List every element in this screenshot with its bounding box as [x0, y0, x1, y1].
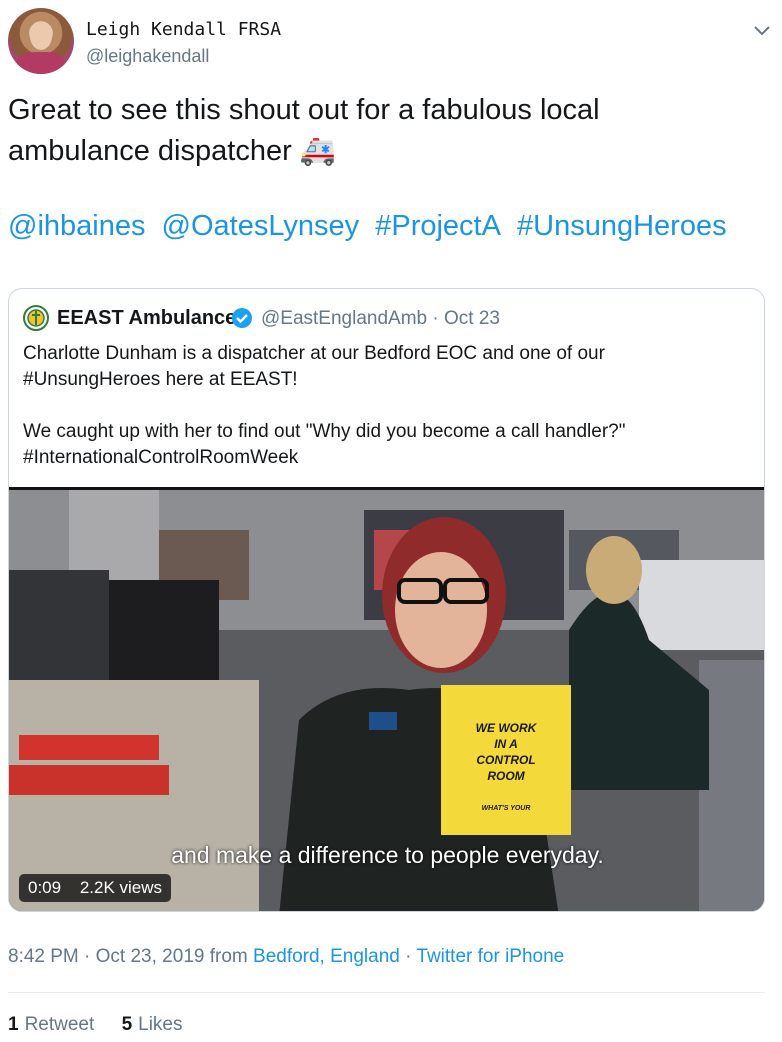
client-link[interactable]: Twitter for iPhone [416, 946, 564, 967]
video-stats-badge: 0:09 2.2K views [19, 874, 172, 902]
quoted-handle[interactable]: @EastEnglandAmb [261, 308, 427, 329]
verified-badge-icon [232, 308, 252, 328]
tweet-time[interactable]: 8:42 PM [8, 946, 79, 967]
tweet-timestamp-line: 8:42 PM · Oct 23, 2019 from Bedford, Eng… [8, 946, 564, 968]
quoted-tweet[interactable]: EEAST Ambulance @EastEnglandAmb · Oct 23… [8, 288, 765, 912]
quoted-paragraph-1-line-2: #UnsungHeroes here at EEAST! [23, 369, 298, 390]
avatar[interactable] [8, 8, 74, 74]
video-duration: 0:09 [28, 878, 62, 897]
video-sign-line-1: WE WORK [476, 721, 538, 735]
video-sign-line-4: ROOM [487, 769, 525, 783]
quoted-paragraph-2-line-2: #InternationalControlRoomWeek [23, 447, 299, 468]
user-display-name[interactable]: Leigh Kendall FRSA [86, 19, 281, 40]
tweet-text-line-2-text: ambulance dispatcher [8, 135, 292, 167]
avatar-shirt [16, 52, 66, 74]
tweet-text-line-1: Great to see this shout out for a fabulo… [8, 94, 600, 126]
tweet-mentions-hashtags: @ihbaines @OatesLynsey #ProjectA #Unsung… [8, 210, 735, 243]
quoted-account-name[interactable]: EEAST Ambulance [57, 307, 236, 330]
video-subtitle: and make a difference to people everyday… [171, 842, 604, 868]
ambulance-emoji-icon: 🚑 [299, 135, 336, 167]
video-sign-line-5: WHAT'S YOUR [482, 805, 531, 812]
hashtag-unsungheroes[interactable]: #UnsungHeroes [517, 210, 727, 242]
video-views: 2.2K views [79, 878, 163, 897]
timestamp-separator-2: · [405, 946, 412, 967]
tweet-text: Great to see this shout out for a fabulo… [8, 90, 768, 172]
mention-ihbaines[interactable]: @ihbaines [8, 210, 145, 242]
mention-oateslynsey[interactable]: @OatesLynsey [162, 210, 360, 242]
likes-count: 5 [121, 1014, 133, 1035]
retweets-count: 1 [8, 1014, 19, 1035]
quoted-paragraph-2-line-1: We caught up with her to find out "Why d… [23, 421, 626, 442]
likes-stat[interactable]: 5 Likes [122, 1014, 183, 1035]
retweets-stat[interactable]: 1 Retweet [8, 1014, 94, 1035]
quoted-paragraph-1: Charlotte Dunham is a dispatcher at our … [23, 341, 753, 393]
quoted-separator: · [432, 308, 439, 329]
video-player[interactable]: WE WORK IN A CONTROL ROOM WHAT'S YOUR and ma… [9, 487, 764, 911]
divider [8, 992, 765, 993]
timestamp-separator-1: · [84, 946, 91, 967]
quoted-paragraph-1-line-1: Charlotte Dunham is a dispatcher at our … [23, 343, 605, 364]
engagement-stats: 1 Retweet 5 Likes [8, 1014, 205, 1036]
chevron-down-icon[interactable] [752, 20, 772, 40]
location-link[interactable]: Bedford, England [253, 946, 400, 967]
quoted-meta: @EastEnglandAmb · Oct 23 [261, 308, 500, 330]
tweet-text-line-2: ambulance dispatcher 🚑 [8, 131, 768, 172]
video-sign-line-3: CONTROL [476, 753, 535, 767]
tweet-header: Leigh Kendall FRSA @leighakendall [8, 8, 774, 76]
user-handle[interactable]: @leighakendall [86, 46, 209, 67]
hashtag-projecta[interactable]: #ProjectA [375, 210, 501, 242]
retweets-label: Retweet [24, 1014, 95, 1035]
from-label: from [209, 946, 248, 967]
video-sign-line-2: IN A [494, 737, 518, 751]
quoted-date[interactable]: Oct 23 [444, 308, 500, 329]
avatar-face [30, 22, 52, 50]
quoted-tweet-text: Charlotte Dunham is a dispatcher at our … [23, 341, 753, 497]
tweet-date[interactable]: Oct 23, 2019 [96, 946, 205, 967]
likes-label: Likes [138, 1014, 183, 1035]
quoted-paragraph-2: We caught up with her to find out "Why d… [23, 419, 753, 471]
eeast-logo-icon [23, 305, 49, 331]
